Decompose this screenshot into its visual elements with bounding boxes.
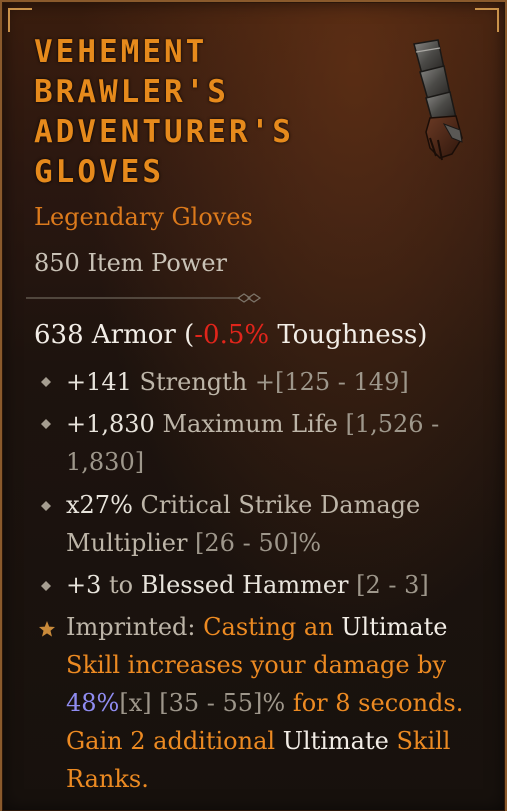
affix-range: +[125 - 149] — [254, 368, 409, 396]
item-title-line: VEHEMENT — [34, 34, 208, 70]
item-title-line: GLOVES — [34, 154, 164, 190]
frame-corner-ornament — [475, 8, 499, 32]
affix-range: [26 - 50]% — [195, 529, 322, 557]
diamond-bullet-icon — [41, 377, 51, 387]
item-tooltip: VEHEMENT BRAWLER'S ADVENTURER'S GLOVES L… — [0, 0, 507, 811]
armor-stat: 638 Armor (-0.5% Toughness) — [34, 318, 494, 352]
armor-value: 638 Armor ( — [34, 320, 195, 350]
frame-corner-ornament — [8, 8, 32, 32]
diamond-bullet-icon — [41, 581, 51, 591]
diamond-bullet-icon — [41, 501, 51, 511]
affix-range: [2 - 3] — [348, 571, 429, 599]
aspect-multiplier-tag: [x] — [119, 689, 152, 717]
aspect-roll-value: 48% — [66, 689, 120, 717]
affix-name: Strength — [131, 368, 255, 396]
affix-line: +141 Strength +[125 - 149] — [66, 363, 486, 401]
item-power: 850 Item Power — [34, 249, 227, 277]
affix-value: +1,830 — [66, 410, 155, 438]
affix-value: +141 — [66, 368, 132, 396]
toughness-delta: -0.5% — [194, 320, 270, 350]
section-divider — [26, 293, 262, 303]
affix-value: +3 — [66, 571, 102, 599]
star-icon — [39, 621, 55, 637]
aspect-range: [35 - 55]% — [151, 689, 286, 717]
legendary-aspect: Imprinted: Casting an Ultimate Skill inc… — [66, 608, 496, 798]
gauntlet-icon — [413, 39, 463, 161]
item-title-line: BRAWLER'S — [34, 74, 229, 110]
affix-name: to — [101, 571, 141, 599]
aspect-text: Casting an — [203, 613, 342, 641]
item-type: Legendary Gloves — [34, 203, 253, 231]
affix-line: +1,830 Maximum Life [1,526 - 1,830] — [66, 405, 456, 481]
item-title-line: ADVENTURER'S — [34, 114, 294, 150]
aspect-keyword: Ultimate — [282, 727, 389, 755]
affix-name: Maximum Life — [154, 410, 346, 438]
affix-line: +3 to Blessed Hammer [2 - 3] — [66, 566, 486, 604]
skill-name: Blessed Hammer — [140, 571, 349, 599]
affix-value: x27% — [66, 491, 133, 519]
aspect-text: Skill increases your damage by — [66, 651, 447, 679]
aspect-keyword: Ultimate — [341, 613, 448, 641]
item-title: VEHEMENT BRAWLER'S ADVENTURER'S GLOVES — [34, 32, 364, 192]
affix-line: x27% Critical Strike Damage Multiplier [… — [66, 486, 446, 562]
armor-suffix: Toughness) — [269, 320, 428, 350]
aspect-label: Imprinted: — [66, 613, 204, 641]
diamond-bullet-icon — [41, 419, 51, 429]
